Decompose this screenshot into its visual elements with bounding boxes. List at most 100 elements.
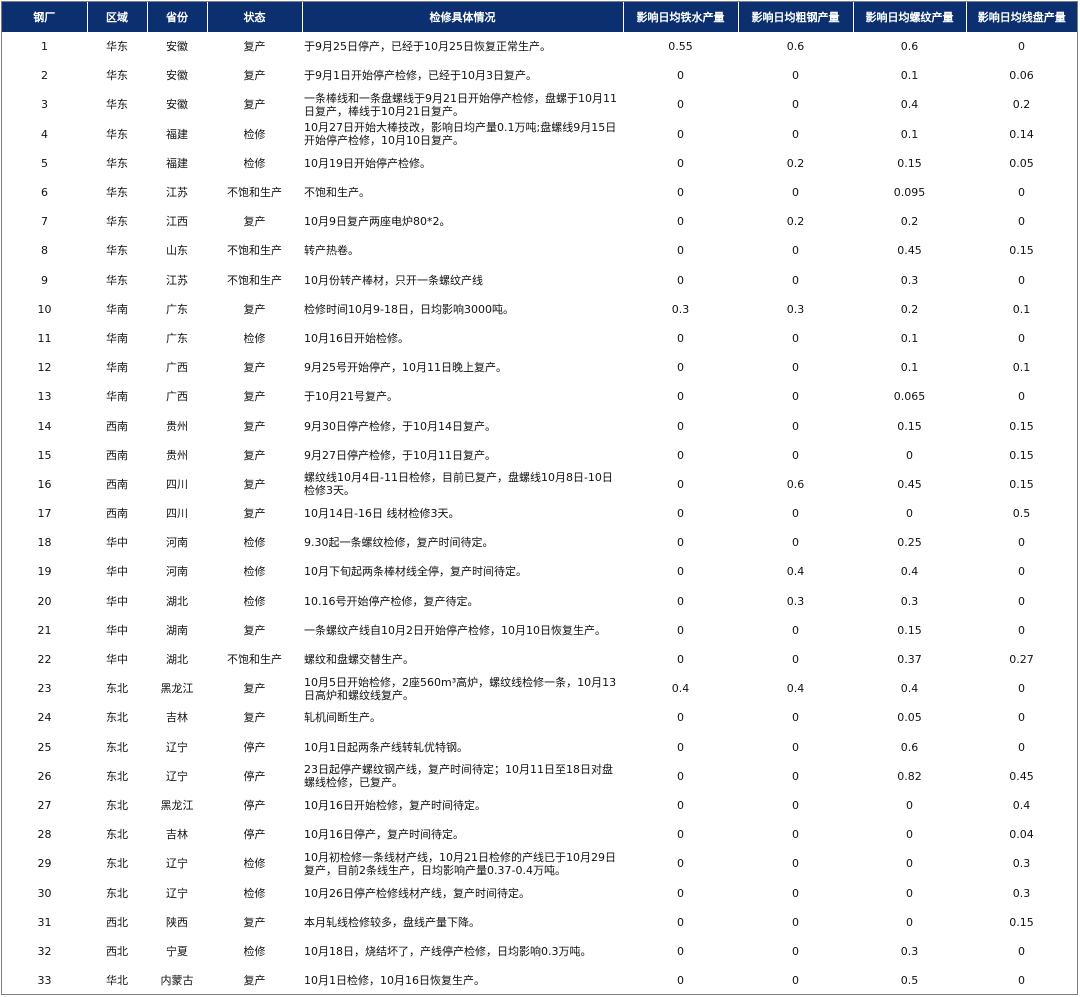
table-row: 2 华东 安徽 复产 于9月1日开始停产检修，已经于10月3日复产。 0 0 0.1 0.06 — [2, 61, 1077, 90]
cell-plant: 25 — [37, 740, 52, 754]
cell-rebar: 0 — [906, 886, 913, 900]
cell-hot-metal: 0 — [677, 536, 684, 550]
cell-details: 10月9日复产两座电炉80*2。 — [304, 215, 451, 229]
table-frame: 钢厂 区域 省份 状态 检修具体情况 影响日均铁水产量 影响日均粗钢产量 影响日… — [1, 1, 1078, 995]
cell-status: 停产 — [243, 798, 266, 812]
cell-details: 螺纹线10月4日-11日检修，目前已复产，盘螺线10月8日-10日检修3天。 — [304, 471, 613, 498]
cell-plant: 3 — [41, 98, 48, 112]
cell-crude-steel: 0 — [792, 69, 799, 83]
cell-hot-metal: 0 — [677, 857, 684, 871]
cell-province: 安徽 — [166, 40, 188, 54]
cell-rebar: 0.3 — [900, 273, 919, 287]
header-cell-region: 区域 — [87, 2, 148, 32]
cell-wire-rod: 0 — [1018, 40, 1025, 54]
cell-province: 广西 — [166, 390, 188, 404]
table-row: 8 华东 山东 不饱和生产 转产热卷。 0 0 0.45 0.15 — [2, 236, 1077, 265]
cell-status: 停产 — [243, 740, 266, 754]
table-row: 13 华南 广西 复产 于10月21号复产。 0 0 0.065 0 — [2, 382, 1077, 411]
cell-plant: 23 — [37, 682, 52, 696]
cell-region: 华中 — [106, 565, 128, 579]
cell-wire-rod: 0 — [1018, 594, 1025, 608]
cell-hot-metal: 0 — [677, 361, 684, 375]
cell-region: 东北 — [106, 886, 128, 900]
cell-status: 检修 — [243, 156, 266, 170]
table-row: 24 东北 吉林 复产 轧机间断生产。 0 0 0.05 0 — [2, 703, 1077, 732]
cell-hot-metal: 0 — [677, 273, 684, 287]
table-row: 28 东北 吉林 停产 10月16日停产，复产时间待定。 0 0 0 0.04 — [2, 820, 1077, 849]
cell-status: 不饱和生产 — [227, 273, 282, 287]
table-row: 22 华中 湖北 不饱和生产 螺纹和盘螺交替生产。 0 0 0.37 0.27 — [2, 645, 1077, 674]
cell-wire-rod: 0 — [1018, 273, 1025, 287]
cell-plant: 19 — [37, 565, 52, 579]
cell-rebar: 0 — [906, 857, 913, 871]
cell-hot-metal: 0 — [677, 594, 684, 608]
cell-wire-rod: 0.15 — [1009, 477, 1034, 491]
cell-hot-metal: 0 — [677, 477, 684, 491]
cell-wire-rod: 0.15 — [1009, 244, 1034, 258]
cell-hot-metal: 0 — [677, 711, 684, 725]
cell-rebar: 0.15 — [897, 156, 922, 170]
cell-crude-steel: 0 — [792, 886, 799, 900]
cell-hot-metal: 0 — [677, 740, 684, 754]
cell-province: 吉林 — [166, 828, 188, 842]
cell-rebar: 0.1 — [900, 361, 919, 375]
maintenance-table: 钢厂 区域 省份 状态 检修具体情况 影响日均铁水产量 影响日均粗钢产量 影响日… — [2, 2, 1077, 995]
cell-details: 螺纹和盘螺交替生产。 — [304, 653, 414, 667]
cell-hot-metal: 0 — [677, 623, 684, 637]
table-row: 6 华东 江苏 不饱和生产 不饱和生产。 0 0 0.095 0 — [2, 178, 1077, 207]
cell-wire-rod: 0 — [1018, 565, 1025, 579]
cell-status: 检修 — [243, 536, 266, 550]
cell-crude-steel: 0 — [792, 536, 799, 550]
cell-details: 10月16日开始检修。 — [304, 331, 409, 345]
cell-region: 东北 — [106, 769, 128, 783]
cell-plant: 21 — [37, 623, 52, 637]
cell-status: 复产 — [243, 69, 266, 83]
table-row: 9 华东 江苏 不饱和生产 10月份转产棒材，只开一条螺纹产线 0 0 0.3 0 — [2, 266, 1077, 295]
cell-crude-steel: 0 — [792, 798, 799, 812]
cell-details: 一条螺纹产线自10月2日开始停产检修，10月10日恢复生产。 — [304, 623, 606, 637]
cell-status: 复产 — [243, 507, 266, 521]
table-row: 7 华东 江西 复产 10月9日复产两座电炉80*2。 0 0.2 0.2 0 — [2, 207, 1077, 236]
cell-region: 西南 — [106, 419, 128, 433]
cell-province: 江西 — [166, 215, 188, 229]
cell-province: 安徽 — [166, 98, 188, 112]
cell-hot-metal: 0 — [677, 186, 684, 200]
cell-details: 10月5日开始检修，2座560m³高炉，螺纹线检修一条，10月13日高炉和螺纹线… — [304, 675, 617, 702]
cell-rebar: 0.3 — [900, 594, 919, 608]
cell-hot-metal: 0 — [677, 244, 684, 258]
cell-region: 华南 — [106, 302, 128, 316]
cell-province: 江苏 — [166, 186, 188, 200]
cell-wire-rod: 0.1 — [1012, 361, 1031, 375]
cell-plant: 32 — [37, 944, 52, 958]
cell-wire-rod: 0.04 — [1009, 828, 1034, 842]
cell-details: 10月27日开始大棒技改，影响日均产量0.1万吨;盘螺线9月15日开始停产检修，… — [304, 121, 617, 148]
cell-region: 西北 — [106, 915, 128, 929]
cell-status: 复产 — [243, 915, 266, 929]
cell-plant: 13 — [37, 390, 52, 404]
cell-status: 复产 — [243, 215, 266, 229]
cell-rebar: 0.6 — [900, 740, 919, 754]
cell-hot-metal: 0 — [677, 127, 684, 141]
cell-crude-steel: 0 — [792, 390, 799, 404]
cell-province: 陕西 — [166, 915, 188, 929]
cell-details: 9月30日停产检修，于10月14日复产。 — [304, 419, 496, 433]
cell-region: 东北 — [106, 682, 128, 696]
cell-province: 辽宁 — [166, 886, 188, 900]
cell-status: 检修 — [243, 944, 266, 958]
cell-region: 西南 — [106, 477, 128, 491]
cell-details: 10月1日检修，10月16日恢复生产。 — [304, 974, 485, 988]
cell-region: 华东 — [106, 186, 128, 200]
cell-rebar: 0.095 — [893, 186, 926, 200]
cell-plant: 24 — [37, 711, 52, 725]
cell-wire-rod: 0.27 — [1009, 653, 1034, 667]
table-row: 19 华中 河南 检修 10月下旬起两条棒材线全停，复产时间待定。 0 0.4 0.4 0 — [2, 557, 1077, 586]
cell-region: 华南 — [106, 331, 128, 345]
cell-plant: 16 — [37, 477, 52, 491]
cell-details: 10月初检修一条线材产线，10月21日检修的产线已于10月29日复产，目前2条线… — [304, 850, 616, 877]
table-body: 1 华东 安徽 复产 于9月25日停产，已经于10月25日恢复正常生产。 0.55 0.6 0… — [2, 32, 1077, 995]
header-cell-crude-steel: 影响日均粗钢产量 — [738, 2, 854, 32]
cell-wire-rod: 0.15 — [1009, 915, 1034, 929]
cell-plant: 7 — [41, 215, 48, 229]
cell-hot-metal: 0 — [677, 419, 684, 433]
cell-region: 东北 — [106, 740, 128, 754]
